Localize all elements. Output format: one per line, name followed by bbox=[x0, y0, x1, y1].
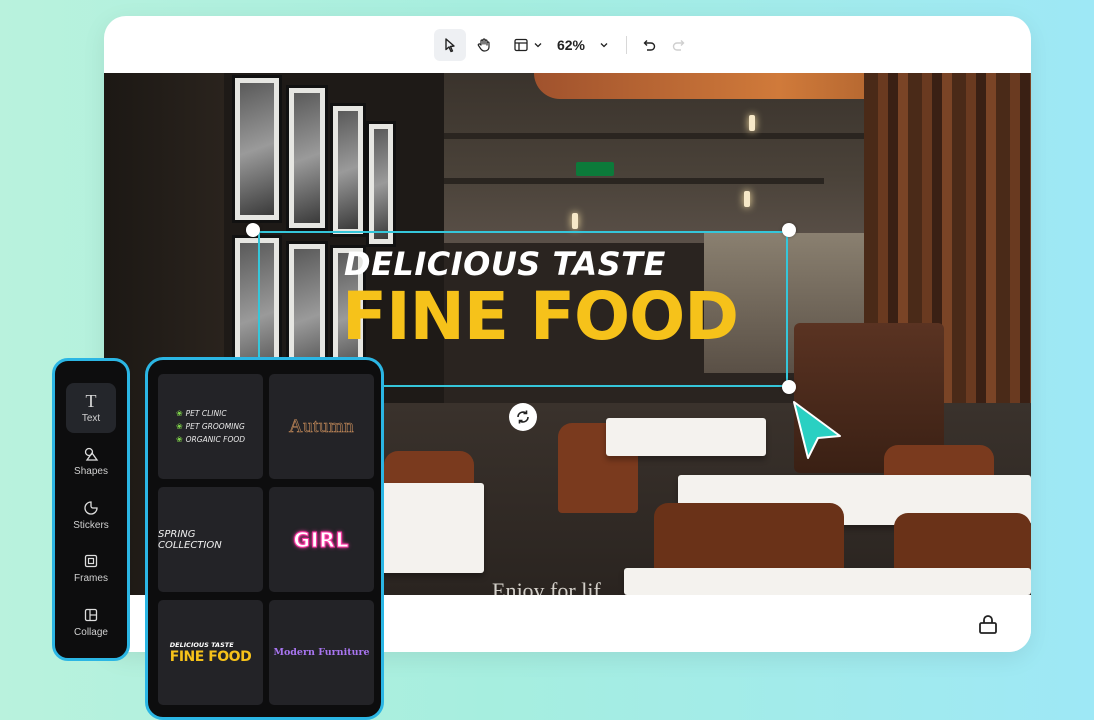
hand-icon bbox=[477, 38, 490, 52]
photo-wall-frame bbox=[366, 121, 396, 247]
photo-table bbox=[624, 568, 1031, 595]
export-icon bbox=[979, 615, 997, 634]
template-card-pet[interactable]: ❀ PET CLINIC ❀ PET GROOMING ❀ ORGANIC FOOD bbox=[158, 374, 263, 479]
template-card-spring[interactable]: SPRING COLLECTION bbox=[158, 487, 263, 592]
chevron-down-icon bbox=[600, 43, 608, 48]
cursor-arrow-icon bbox=[445, 38, 455, 53]
paw-icon: ❀ bbox=[175, 422, 183, 431]
resize-handle-top-left[interactable] bbox=[246, 223, 260, 237]
text-templates-panel: ❀ PET CLINIC ❀ PET GROOMING ❀ ORGANIC FOOD … bbox=[145, 357, 384, 720]
template-pet-list: ❀ PET CLINIC ❀ PET GROOMING ❀ ORGANIC FOOD bbox=[176, 407, 245, 446]
resize-handle-bottom-right[interactable] bbox=[782, 380, 796, 394]
export-button[interactable] bbox=[977, 614, 999, 641]
photo-light bbox=[744, 191, 750, 207]
stickers-icon bbox=[84, 500, 98, 515]
rail-item-label: Stickers bbox=[73, 519, 109, 531]
rail-item-label: Collage bbox=[74, 626, 108, 638]
template-text: DELICIOUS TASTE bbox=[169, 640, 234, 649]
rotate-button[interactable] bbox=[509, 403, 537, 431]
template-card-modern[interactable]: Modern Furniture bbox=[269, 600, 374, 705]
paw-icon: ❀ bbox=[175, 409, 183, 418]
photo-light bbox=[572, 213, 578, 229]
canvas-caption-text[interactable]: Enjoy for lif bbox=[492, 578, 601, 595]
template-text: Modern Furniture bbox=[273, 647, 370, 658]
undo-icon bbox=[643, 40, 656, 51]
text-icon: T bbox=[85, 390, 97, 411]
top-toolbar: 62% bbox=[434, 28, 704, 62]
photo-wall-frame bbox=[330, 103, 366, 237]
template-text: PET GROOMING bbox=[185, 422, 245, 431]
template-text: Autumn bbox=[288, 415, 355, 437]
redo-icon bbox=[672, 40, 685, 51]
chevron-down-icon bbox=[534, 43, 542, 48]
resize-handle-top-right[interactable] bbox=[782, 223, 796, 237]
photo-light bbox=[749, 115, 755, 131]
redo-button[interactable] bbox=[665, 29, 693, 61]
layout-tool-button[interactable] bbox=[508, 29, 548, 61]
rail-item-shapes[interactable]: Shapes bbox=[66, 437, 116, 487]
photo-exit-sign bbox=[576, 162, 614, 176]
template-card-fine-food[interactable]: DELICIOUS TASTE FINE FOOD bbox=[158, 600, 263, 705]
template-card-autumn[interactable]: Autumn bbox=[269, 374, 374, 479]
undo-button[interactable] bbox=[635, 29, 663, 61]
photo-table bbox=[606, 418, 766, 456]
photo-wall-frame bbox=[286, 85, 328, 231]
zoom-level: 62% bbox=[556, 37, 586, 53]
frames-icon bbox=[84, 554, 98, 568]
template-text: PET CLINIC bbox=[185, 409, 227, 418]
rail-item-label: Text bbox=[81, 412, 101, 424]
photo-wall-frame bbox=[232, 75, 282, 223]
layout-icon bbox=[514, 38, 528, 52]
cursor-pointer-icon bbox=[793, 401, 841, 459]
select-tool-button[interactable] bbox=[434, 29, 466, 61]
template-text: ORGANIC FOOD bbox=[185, 435, 246, 444]
shapes-icon bbox=[84, 447, 99, 461]
zoom-dropdown[interactable]: 62% bbox=[550, 29, 616, 61]
hand-tool-button[interactable] bbox=[468, 29, 500, 61]
rail-item-stickers[interactable]: Stickers bbox=[66, 490, 116, 540]
tool-rail: T Text Shapes Stickers Frames Collage bbox=[52, 358, 130, 661]
rail-item-label: Shapes bbox=[74, 466, 108, 477]
template-text: SPRING COLLECTION bbox=[158, 528, 222, 551]
photo-beam bbox=[404, 178, 824, 184]
collage-icon bbox=[84, 608, 98, 621]
rail-item-label: Frames bbox=[74, 573, 108, 584]
rail-item-frames[interactable]: Frames bbox=[66, 544, 116, 594]
rail-item-collage[interactable]: Collage bbox=[66, 597, 116, 647]
template-card-girl[interactable]: GIRL bbox=[269, 487, 374, 592]
paw-icon: ❀ bbox=[175, 435, 183, 444]
toolbar-divider bbox=[626, 36, 627, 54]
template-text: FINE FOOD bbox=[169, 648, 252, 665]
photo-table bbox=[374, 483, 484, 573]
template-text: GIRL bbox=[293, 527, 350, 552]
rail-item-text[interactable]: T Text bbox=[66, 383, 116, 433]
rotate-icon bbox=[517, 410, 529, 424]
